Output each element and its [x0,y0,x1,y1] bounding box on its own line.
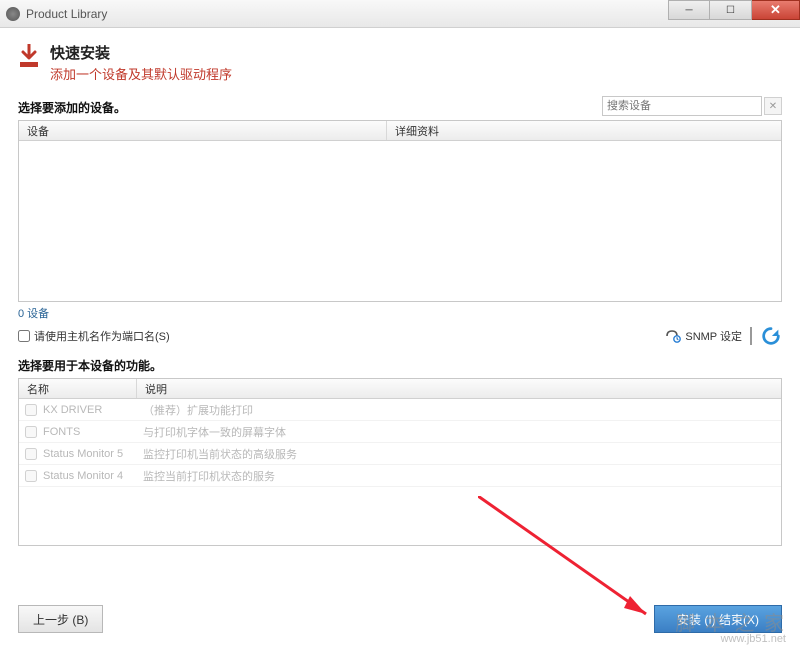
feature-table-head: 名称 说明 [19,379,781,399]
feature-checkbox[interactable] [25,404,37,416]
back-button[interactable]: 上一步 (B) [18,605,103,633]
col-desc[interactable]: 说明 [137,379,781,398]
app-icon [6,7,20,21]
feature-table-pad [19,487,781,545]
feature-checkbox[interactable] [25,470,37,482]
titlebar: Product Library ─ ☐ ✕ [0,0,800,28]
minimize-button[interactable]: ─ [668,0,710,20]
feature-desc: 监控当前打印机状态的服务 [137,468,781,484]
section2-label: 选择要用于本设备的功能。 [18,357,782,374]
hostname-checkbox[interactable] [18,330,30,342]
snmp-label: SNMP 设定 [685,328,742,344]
feature-name: KX DRIVER [43,404,102,416]
right-tools: SNMP 设定 [665,325,782,347]
feature-row[interactable]: KX DRIVER （推荐）扩展功能打印 [19,399,781,421]
device-count: 0 设备 [18,305,782,321]
footer: 上一步 (B) 安装 (I) 结束(X) [18,605,782,633]
feature-row[interactable]: Status Monitor 4 监控当前打印机状态的服务 [19,465,781,487]
window-controls: ─ ☐ ✕ [668,0,800,20]
page-subtitle: 添加一个设备及其默认驱动程序 [50,64,232,83]
device-table-head: 设备 详细资料 [19,121,781,141]
search-wrap: ✕ [602,96,782,116]
snmp-settings-link[interactable]: SNMP 设定 [665,328,742,344]
hostname-checkbox-row[interactable]: 请使用主机名作为端口名(S) [18,328,170,344]
feature-name: Status Monitor 5 [43,448,123,460]
feature-desc: 监控打印机当前状态的高级服务 [137,446,781,462]
feature-desc: （推荐）扩展功能打印 [137,402,781,418]
feature-desc: 与打印机字体一致的屏幕字体 [137,424,781,440]
feature-name: Status Monitor 4 [43,470,123,482]
col-device[interactable]: 设备 [19,121,387,140]
feature-row[interactable]: FONTS 与打印机字体一致的屏幕字体 [19,421,781,443]
search-input[interactable] [602,96,762,116]
maximize-button[interactable]: ☐ [710,0,752,20]
watermark-text: 脚 本 之 家 [675,614,786,634]
divider [750,327,752,345]
watermark: 脚 本 之 家 www.jb51.net [675,614,786,645]
options-row: 请使用主机名作为端口名(S) SNMP 设定 [18,325,782,347]
col-name[interactable]: 名称 [19,379,137,398]
feature-checkbox[interactable] [25,448,37,460]
device-table: 设备 详细资料 [18,120,782,302]
feature-table: 名称 说明 KX DRIVER （推荐）扩展功能打印 FONTS 与打印机字体一致的屏… [18,378,782,546]
col-detail[interactable]: 详细资料 [387,121,781,140]
download-icon [18,44,40,70]
hostname-checkbox-label: 请使用主机名作为端口名(S) [34,328,170,344]
refresh-icon[interactable] [760,325,782,347]
header-text: 快速安装 添加一个设备及其默认驱动程序 [50,42,232,83]
feature-table-body: KX DRIVER （推荐）扩展功能打印 FONTS 与打印机字体一致的屏幕字体 Sta… [19,399,781,487]
search-clear-icon[interactable]: ✕ [764,97,782,115]
window-title: Product Library [26,7,107,21]
page-title: 快速安装 [50,42,232,63]
snmp-icon [665,328,681,344]
watermark-url: www.jb51.net [675,634,786,645]
feature-name: FONTS [43,426,80,438]
feature-checkbox[interactable] [25,426,37,438]
content-area: 快速安装 添加一个设备及其默认驱动程序 选择要添加的设备。 ✕ 设备 详细资料 … [0,28,800,546]
device-table-body [19,141,781,301]
page-header: 快速安装 添加一个设备及其默认驱动程序 [18,42,782,83]
feature-row[interactable]: Status Monitor 5 监控打印机当前状态的高级服务 [19,443,781,465]
close-button[interactable]: ✕ [752,0,800,20]
